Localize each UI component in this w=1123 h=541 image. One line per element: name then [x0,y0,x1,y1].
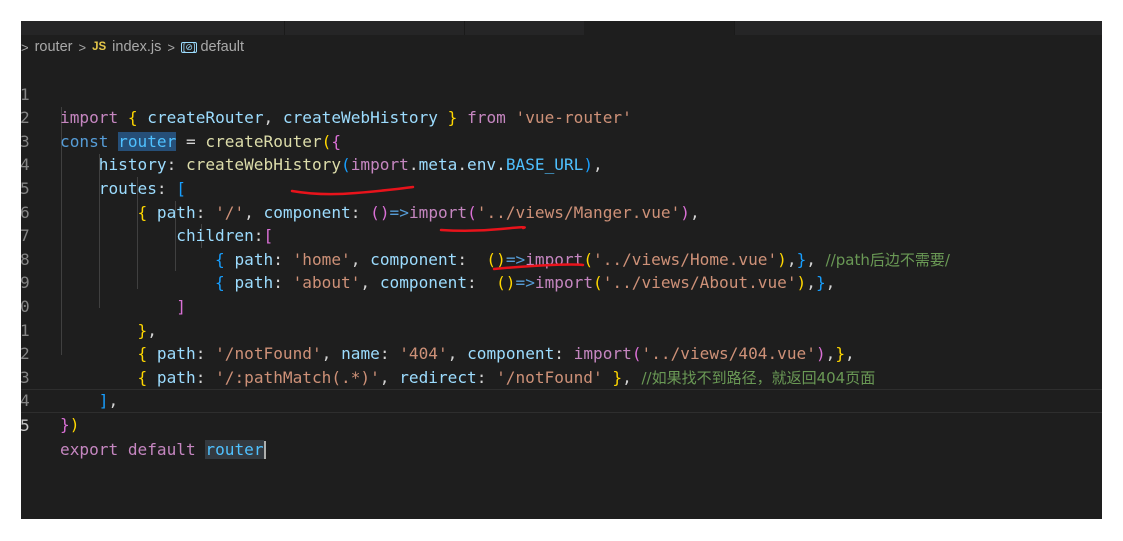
annotation-marks [290,185,585,271]
annotation-underline [439,225,526,233]
annotation-underline [492,263,585,271]
code-editor[interactable]: > router > JS index.js > [⊘] default 1 i… [21,21,1102,519]
annotation-underline [290,185,415,196]
